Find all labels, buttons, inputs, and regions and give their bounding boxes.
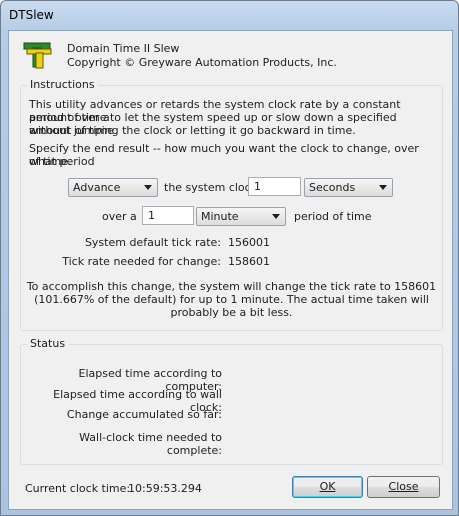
- summary-line: To accomplish this change, the system wi…: [26, 280, 437, 293]
- title-bar[interactable]: DTSlew: [1, 1, 458, 29]
- close-button[interactable]: Close: [367, 476, 440, 498]
- period-unit-dropdown-value: Minute: [201, 210, 239, 223]
- needed-tick-value: 158601: [228, 255, 270, 268]
- direction-dropdown-value: Advance: [73, 181, 121, 194]
- period-of-time-label: period of time: [294, 210, 372, 223]
- instructions-paragraph-line: of time.: [29, 155, 72, 168]
- default-tick-label: System default tick rate:: [84, 236, 221, 249]
- status-group-label: Status: [27, 337, 69, 350]
- amount-unit-dropdown-value: Seconds: [309, 181, 356, 194]
- ok-button[interactable]: OK: [292, 476, 363, 498]
- instructions-paragraph-line: Specify the end result -- how much you w…: [29, 142, 419, 168]
- period-unit-dropdown[interactable]: Minute: [196, 207, 286, 226]
- instructions-paragraph-line: without jumping the clock or letting it …: [29, 124, 356, 137]
- copyright-text: Copyright © Greyware Automation Products…: [67, 56, 337, 69]
- current-clock-label: Current clock time:: [25, 482, 131, 495]
- close-button-label: Close: [388, 480, 419, 493]
- default-tick-value: 156001: [228, 236, 270, 249]
- amount-input[interactable]: 1: [248, 177, 301, 196]
- domain-time-logo-icon: [23, 42, 52, 69]
- period-input[interactable]: 1: [142, 206, 194, 225]
- app-name: Domain Time II Slew: [67, 42, 180, 55]
- current-clock-value: 10:59:53.294: [128, 482, 202, 495]
- wall-time-needed-label: Wall-clock time needed to complete:: [79, 431, 222, 457]
- status-group: Status Elapsed time according to compute…: [20, 337, 443, 465]
- ok-button-label: OK: [319, 480, 336, 493]
- system-clock-label: the system clock: [164, 181, 258, 194]
- amount-unit-dropdown[interactable]: Seconds: [304, 178, 393, 197]
- chevron-down-icon: [272, 214, 280, 219]
- chevron-down-icon: [379, 185, 387, 190]
- dialog-client-area: Domain Time II Slew Copyright © Greyware…: [8, 30, 453, 510]
- dtslew-window: DTSlew Domain Time II Slew Copyright © G…: [0, 0, 459, 516]
- summary-line: probably be a bit less.: [170, 306, 293, 319]
- summary-line: (101.667% of the default) for up to 1 mi…: [34, 293, 429, 306]
- chevron-down-icon: [144, 185, 152, 190]
- over-a-label: over a: [102, 210, 137, 223]
- needed-tick-label: Tick rate needed for change:: [62, 255, 221, 268]
- window-title: DTSlew: [9, 8, 54, 22]
- instructions-group-label: Instructions: [27, 78, 98, 91]
- instructions-group: Instructions This utility advances or re…: [20, 78, 443, 331]
- direction-dropdown[interactable]: Advance: [68, 178, 158, 197]
- change-accumulated-label: Change accumulated so far:: [66, 408, 222, 421]
